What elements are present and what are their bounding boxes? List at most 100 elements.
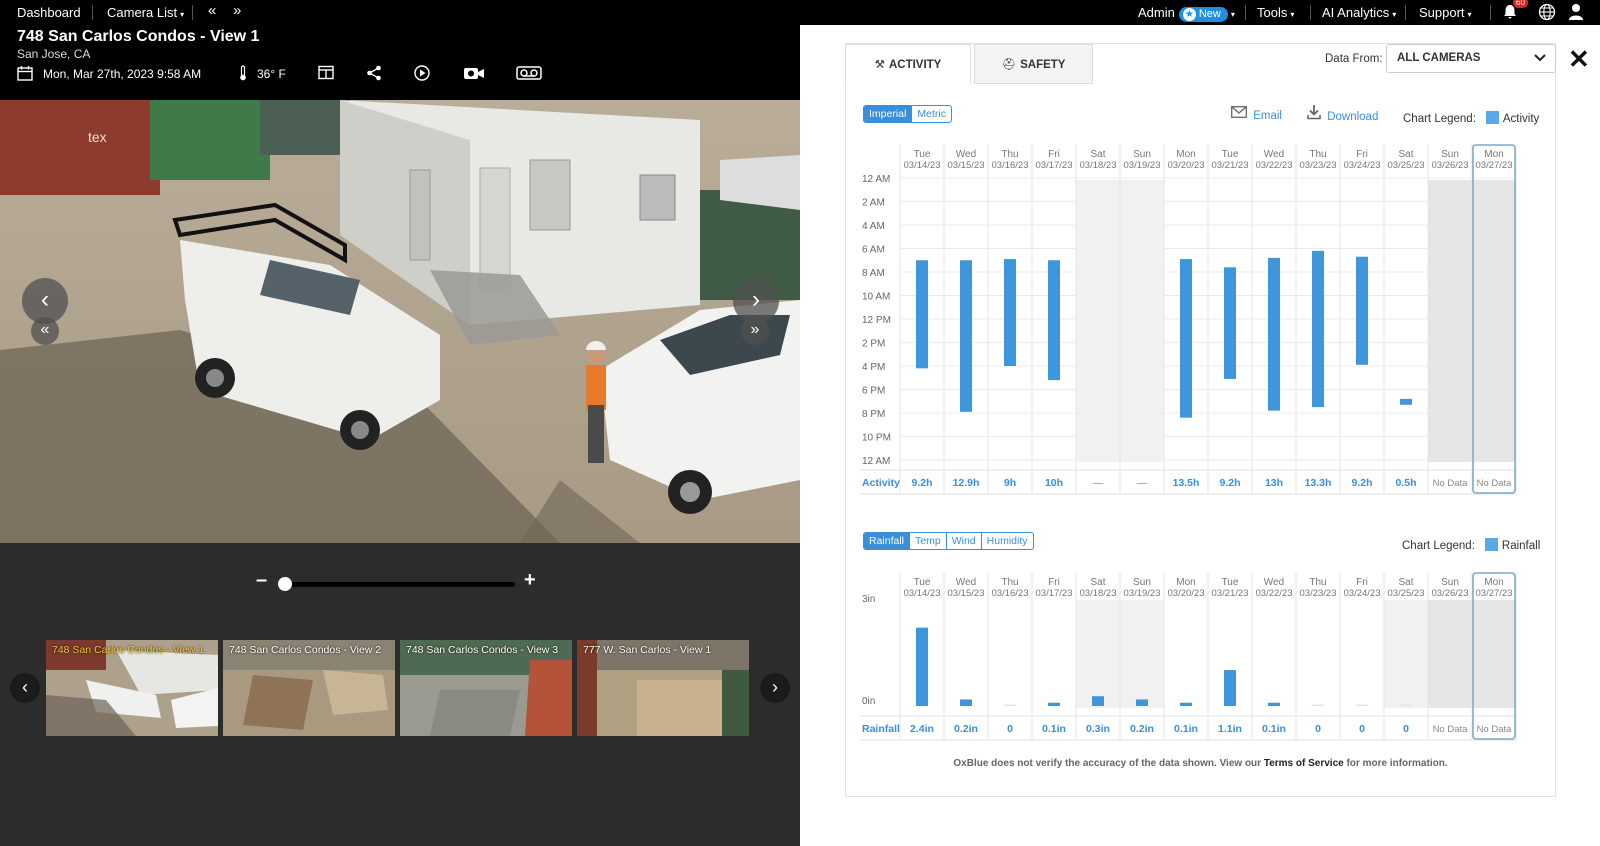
prev-camera-icon[interactable]: « — [208, 2, 216, 19]
thumbs-next-button[interactable]: › — [760, 673, 790, 703]
split-view-icon[interactable] — [318, 65, 334, 85]
nav-camera-list[interactable]: Camera List ▾ — [107, 5, 184, 20]
activity-bar — [1224, 267, 1236, 379]
rainfall-value: 0 — [1403, 723, 1409, 735]
unit-imperial[interactable]: Imperial — [864, 106, 913, 122]
tab-activity[interactable]: ⚒ ACTIVITY — [845, 44, 971, 84]
weather-temp[interactable]: Temp — [910, 533, 947, 549]
globe-icon[interactable] — [1538, 3, 1556, 24]
nav-divider — [1405, 5, 1406, 20]
camera-image: tex ‹ « › » — [0, 100, 800, 543]
rainfall-value: 0.3in — [1086, 723, 1110, 735]
download-label: Download — [1327, 111, 1379, 123]
close-icon[interactable]: ✕ — [1568, 46, 1590, 72]
zoom-out-button[interactable]: – — [256, 569, 267, 592]
day-label: Mon — [1176, 577, 1195, 588]
date-label: 03/18/23 — [1080, 160, 1117, 171]
terms-of-service-link[interactable]: Terms of Service — [1264, 758, 1344, 769]
nav-ai-analytics[interactable]: AI Analytics ▾ — [1322, 5, 1396, 20]
activity-bar — [960, 260, 972, 412]
day-label: Wed — [1264, 149, 1284, 160]
rainfall-value: 0.1in — [1042, 723, 1066, 735]
day-label: Sat — [1398, 577, 1413, 588]
nav-support[interactable]: Support ▾ — [1419, 5, 1472, 20]
calendar-icon[interactable] — [17, 66, 33, 86]
shaded-column — [1120, 600, 1164, 708]
play-icon[interactable] — [414, 65, 430, 86]
share-icon[interactable] — [366, 65, 382, 86]
date-label: 03/26/23 — [1432, 588, 1469, 599]
timelapse-icon[interactable] — [463, 65, 485, 86]
activity-total: 9.2h — [911, 477, 932, 489]
nav-tools[interactable]: Tools ▾ — [1257, 5, 1294, 20]
tab-safety[interactable]: ⛑ SAFETY — [974, 44, 1093, 84]
day-label: Wed — [956, 577, 976, 588]
thumbnail-view-1[interactable]: 748 San Carlos Condos - View 1 — [46, 640, 218, 736]
top-nav: Dashboard Camera List ▾ « » Admin ★ New ▾ To… — [0, 0, 1600, 25]
nav-admin-label: Admin — [1138, 5, 1175, 20]
date-label: 03/21/23 — [1212, 160, 1249, 171]
weather-humidity[interactable]: Humidity — [982, 533, 1033, 549]
activity-chart: 12 AM 2 AM 4 AM 6 AM 8 AM 10 AM 12 PM 2 PM 4 PM 6… — [860, 144, 1517, 495]
weather-rainfall[interactable]: Rainfall — [864, 533, 911, 549]
notifications-button[interactable]: 60 — [1501, 0, 1528, 24]
date-label: 03/17/23 — [1036, 588, 1073, 599]
chart-legend-label: Chart Legend: — [1403, 113, 1476, 125]
date-label: 03/18/23 — [1080, 588, 1117, 599]
y-tick-label: 2 PM — [862, 339, 885, 350]
thumbnail-view-4[interactable]: 777 W. San Carlos - View 1 — [577, 640, 749, 736]
date-label: 03/25/23 — [1388, 160, 1425, 171]
activity-total: — — [1137, 477, 1148, 489]
email-icon — [1231, 106, 1247, 118]
zoom-slider-handle[interactable] — [278, 577, 292, 591]
data-from-select[interactable]: ALL CAMERAS — [1386, 44, 1556, 73]
thumbnail-label: 777 W. San Carlos - View 1 — [583, 644, 712, 656]
activity-chart-legend: Chart Legend: Activity — [1403, 111, 1539, 125]
activity-total: — — [1093, 477, 1104, 489]
thumbnail-view-3[interactable]: 748 San Carlos Condos - View 3 — [400, 640, 572, 736]
day-label: Thu — [1001, 149, 1018, 160]
day-label: Fri — [1048, 577, 1060, 588]
rainfall-value: 0 — [1359, 723, 1365, 735]
nav-divider — [192, 5, 193, 20]
unit-toggle: Imperial Metric — [863, 105, 952, 123]
day-label: Wed — [1264, 577, 1284, 588]
y-tick-label: 3in — [862, 594, 875, 605]
camera-datetime[interactable]: Mon, Mar 27th, 2023 9:58 AM — [43, 67, 201, 81]
shaded-column — [1428, 600, 1472, 708]
last-image-button[interactable]: » — [741, 317, 769, 345]
shaded-column — [1076, 180, 1120, 462]
thumbnail-view-2[interactable]: 748 San Carlos Condos - View 2 — [223, 640, 395, 736]
y-tick-label: 4 PM — [862, 362, 885, 373]
date-label: 03/17/23 — [1036, 160, 1073, 171]
email-link[interactable]: Email — [1231, 106, 1282, 122]
zoom-slider[interactable] — [280, 582, 515, 587]
camera-location: San Jose, CA — [17, 47, 91, 61]
activity-total: 9.2h — [1351, 477, 1372, 489]
date-label: 03/16/23 — [992, 588, 1029, 599]
video-recorder-icon[interactable] — [516, 65, 542, 86]
date-label: 03/22/23 — [1256, 588, 1293, 599]
next-camera-icon[interactable]: » — [233, 2, 241, 19]
nav-admin[interactable]: Admin ★ New ▾ — [1138, 5, 1235, 22]
activity-bar — [1180, 259, 1192, 418]
legend-rainfall: Rainfall — [1501, 540, 1541, 552]
user-icon[interactable] — [1568, 3, 1584, 24]
day-label: Thu — [1309, 149, 1326, 160]
y-tick-label: 6 PM — [862, 386, 885, 397]
first-image-button[interactable]: « — [31, 317, 59, 345]
rainfall-bar — [1180, 702, 1192, 706]
zoom-in-button[interactable]: + — [524, 569, 536, 592]
new-badge-label: New — [1198, 8, 1221, 20]
camera-title: 748 San Carlos Condos - View 1 — [17, 28, 260, 45]
rainfall-bar — [1356, 704, 1368, 706]
thumbs-prev-button[interactable]: ‹ — [10, 673, 40, 703]
nav-divider — [92, 5, 93, 20]
rainfall-bar — [1312, 704, 1324, 706]
download-link[interactable]: Download — [1307, 104, 1378, 123]
day-label: Tue — [914, 577, 931, 588]
y-tick-label: 8 AM — [862, 268, 885, 279]
nav-dashboard[interactable]: Dashboard — [17, 5, 81, 20]
weather-wind[interactable]: Wind — [947, 533, 982, 549]
unit-metric[interactable]: Metric — [912, 106, 951, 122]
